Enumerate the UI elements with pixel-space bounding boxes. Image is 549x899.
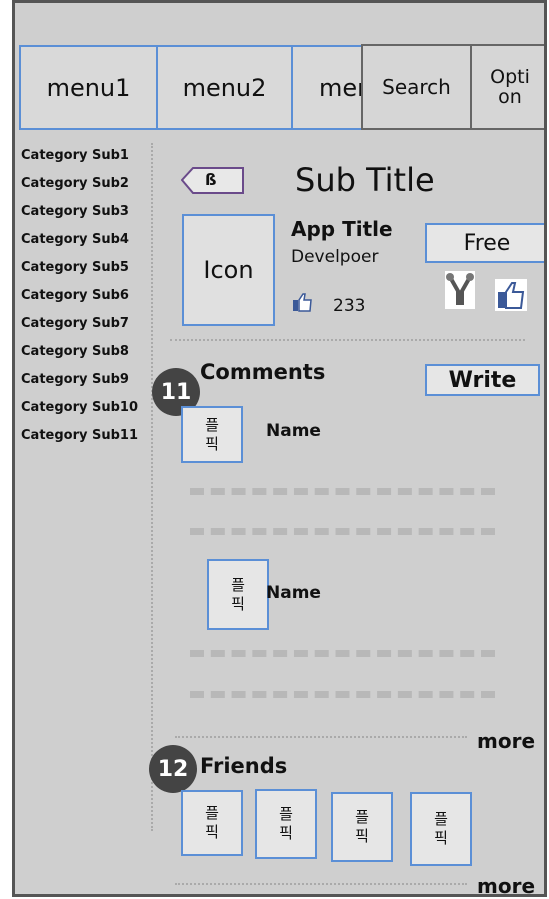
search-button[interactable]: Search xyxy=(361,44,472,130)
category-item[interactable]: Category Sub6 xyxy=(21,288,129,303)
app-icon-label: Icon xyxy=(203,256,254,284)
write-button[interactable]: Write xyxy=(425,364,540,396)
thumbs-up-icon xyxy=(292,291,314,313)
avatar-label: 플 픽 xyxy=(205,415,219,453)
share-icon[interactable] xyxy=(445,271,475,309)
menu-tab-2[interactable]: menu2 xyxy=(156,45,293,130)
friends-more-link[interactable]: more xyxy=(477,874,535,894)
category-item[interactable]: Category Sub3 xyxy=(21,204,129,219)
category-item[interactable]: Category Sub11 xyxy=(21,428,138,443)
app-icon: Icon xyxy=(182,214,275,326)
menu-tab-label: menu2 xyxy=(182,73,267,102)
comments-more-link[interactable]: more xyxy=(477,729,535,753)
option-button[interactable]: Opti on xyxy=(470,44,544,130)
menu-tab-label: menu1 xyxy=(46,73,131,102)
category-item[interactable]: Category Sub2 xyxy=(21,176,129,191)
comment-avatar: 플 픽 xyxy=(207,559,269,630)
comment-text-line xyxy=(190,488,495,502)
write-button-label: Write xyxy=(448,367,517,393)
price-button-label: Free xyxy=(463,230,511,256)
category-item[interactable]: Category Sub10 xyxy=(21,400,138,415)
friends-badge: 12 xyxy=(149,745,197,793)
avatar-label: 플 픽 xyxy=(355,808,369,845)
divider xyxy=(175,883,467,885)
category-item[interactable]: Category Sub4 xyxy=(21,232,129,247)
comment-text-line xyxy=(190,650,495,664)
app-developer: Develpoer xyxy=(291,247,379,267)
avatar-label: 플 픽 xyxy=(231,575,245,613)
avatar-label: 플 픽 xyxy=(434,810,448,847)
like-count: 233 xyxy=(333,296,366,316)
back-button-label: ß xyxy=(205,170,217,189)
category-item[interactable]: Category Sub9 xyxy=(21,372,129,387)
friend-avatar[interactable]: 플 픽 xyxy=(255,789,317,859)
search-button-label: Search xyxy=(382,75,451,99)
price-button[interactable]: Free xyxy=(425,223,544,263)
comment-avatar: 플 픽 xyxy=(181,406,243,463)
sidebar-divider xyxy=(151,143,153,831)
category-item[interactable]: Category Sub5 xyxy=(21,260,129,275)
category-item[interactable]: Category Sub7 xyxy=(21,316,129,331)
category-item[interactable]: Category Sub1 xyxy=(21,148,129,163)
option-button-label: Opti on xyxy=(490,66,530,108)
page-title: Sub Title xyxy=(295,161,435,199)
friend-avatar[interactable]: 플 픽 xyxy=(331,792,393,862)
friends-title: Friends xyxy=(200,754,288,778)
comment-name: Name xyxy=(266,583,321,603)
like-button-icon[interactable] xyxy=(495,279,527,311)
friend-avatar[interactable]: 플 픽 xyxy=(181,790,243,856)
divider xyxy=(175,736,467,738)
divider xyxy=(170,339,525,341)
app-title: App Title xyxy=(291,217,393,241)
category-item[interactable]: Category Sub8 xyxy=(21,344,129,359)
comment-text-line xyxy=(190,528,495,542)
avatar-label: 플 픽 xyxy=(205,804,219,841)
menu-tab-1[interactable]: menu1 xyxy=(19,45,158,130)
comment-name: Name xyxy=(266,421,321,441)
app-frame: menu1 menu2 menu3 Search Opti on Categor… xyxy=(12,0,547,897)
friend-avatar[interactable]: 플 픽 xyxy=(410,792,472,866)
comments-title: Comments xyxy=(200,360,326,384)
comment-text-line xyxy=(190,691,495,705)
back-button[interactable]: ß xyxy=(180,166,251,196)
avatar-label: 플 픽 xyxy=(279,805,293,842)
